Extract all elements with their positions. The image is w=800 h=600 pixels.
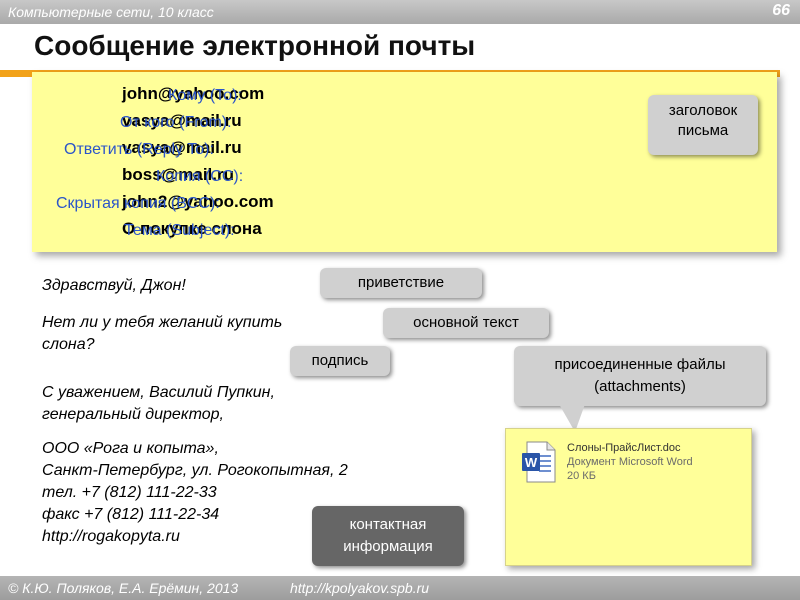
contact-line-4: факс +7 (812) 111-22-34 [42, 506, 220, 523]
page-number: 66 [772, 2, 790, 19]
bcc-label: Скрытая копия (BCC): [56, 195, 220, 212]
course-title: Компьютерные сети, 10 класс [8, 4, 214, 20]
to-label: Кому (To): [168, 87, 242, 104]
contact-line-3: тел. +7 (812) 111-22-33 [42, 484, 217, 501]
signature-line-2: генеральный директор, [42, 406, 224, 423]
copyright-text: © К.Ю. Поляков, Е.А. Ерёмин, 2013 [8, 580, 239, 596]
contact-line-2: Санкт-Петербург, ул. Рогокопытная, 2 [42, 462, 348, 479]
attachments-callout: присоединенные файлы (attachments) [514, 346, 766, 406]
svg-text:W: W [525, 455, 538, 470]
main-text-callout: основной текст [383, 308, 549, 338]
attachments-callout-line1: присоединенные файлы [554, 356, 726, 373]
contact-line-5: http://rogakopyta.ru [42, 528, 180, 545]
greeting-callout: приветствие [320, 268, 482, 298]
contacts-callout-line2: информация [343, 538, 433, 555]
body-line-1: Нет ли у тебя желаний купить [42, 314, 283, 331]
attachments-callout-line2: (attachments) [594, 378, 686, 395]
contacts-callout: контактная информация [312, 506, 464, 566]
attachment-panel: W Слоны-ПрайсЛист.doc Документ Microsoft… [505, 428, 752, 566]
attachment-info: Слоны-ПрайсЛист.doc Документ Microsoft W… [567, 441, 693, 483]
header-callout-line2: письма [677, 122, 729, 139]
signature-line-1: С уважением, Василий Пупкин, [42, 384, 275, 401]
from-label: От кого (From): [120, 114, 232, 131]
header-callout: заголовок письма [648, 95, 758, 155]
greeting-text: Здравствуй, Джон! [42, 277, 186, 294]
attachment-file[interactable]: W Слоны-ПрайсЛист.doc Документ Microsoft… [521, 441, 731, 496]
signature-callout: подпись [290, 346, 390, 376]
site-url[interactable]: http://kpolyakov.spb.ru [290, 580, 429, 596]
contact-line-1: ООО «Рога и копыта», [42, 440, 219, 457]
attachment-filename: Слоны-ПрайсЛист.doc [567, 442, 681, 454]
attachment-type: Документ Microsoft Word [567, 456, 693, 468]
slide-title: Сообщение электронной почты [34, 30, 476, 61]
attachment-size: 20 КБ [567, 470, 596, 482]
body-line-2: слона? [42, 336, 95, 353]
contacts-callout-line1: контактная [349, 516, 427, 533]
header-callout-line1: заголовок [668, 102, 738, 119]
subject-label: Тема (Subject): [124, 222, 235, 239]
word-document-icon: W [522, 441, 556, 483]
cc-label: Копия (CC): [156, 168, 244, 185]
reply-to-label: Ответить (Reply To): [64, 141, 214, 158]
top-bar: Компьютерные сети, 10 класс 66 [0, 0, 800, 24]
footer-bar: © К.Ю. Поляков, Е.А. Ерёмин, 2013 http:/… [0, 576, 800, 600]
